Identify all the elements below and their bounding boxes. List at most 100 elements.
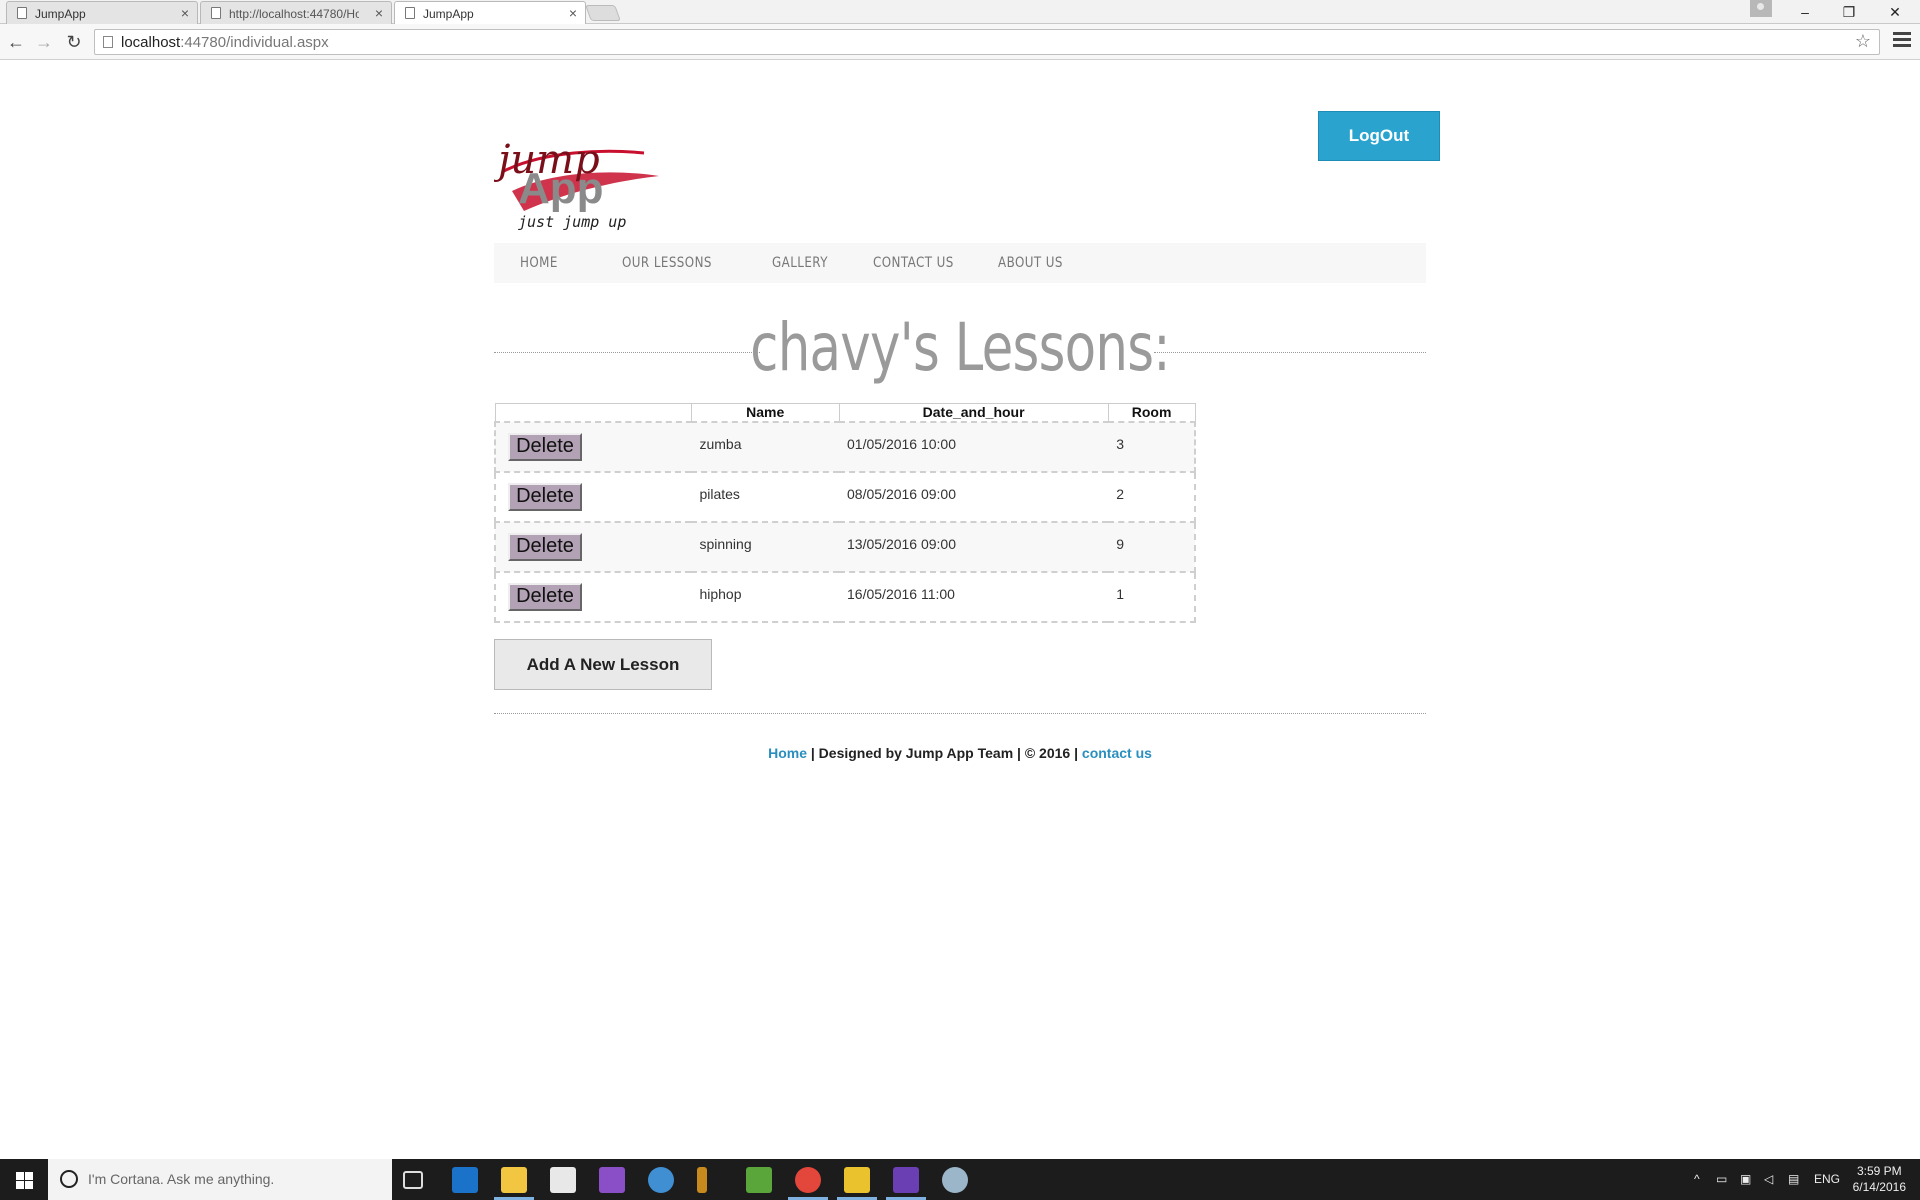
url-text: localhost:44780/individual.aspx: [121, 34, 329, 51]
close-window-icon[interactable]: ✕: [1872, 0, 1918, 24]
chrome-icon[interactable]: [795, 1167, 821, 1193]
bookmark-star-icon[interactable]: ☆: [1855, 31, 1871, 52]
tab-strip: JumpApp × http://localhost:44780/Ho × Ju…: [0, 0, 1920, 25]
visual-studio-icon[interactable]: [893, 1167, 919, 1193]
action-cell: Delete: [495, 522, 691, 572]
clock[interactable]: 3:59 PM 6/14/2016: [1853, 1163, 1906, 1195]
column-header: [494, 403, 692, 422]
minimize-icon[interactable]: –: [1782, 0, 1828, 24]
footer-credits: | Designed by Jump App Team | © 2016 |: [806, 745, 1082, 761]
lesson-date: 16/05/2016 11:00: [847, 585, 955, 602]
menu-icon[interactable]: [1893, 32, 1911, 50]
logout-button[interactable]: LogOut: [1318, 111, 1440, 161]
lesson-room: 9: [1116, 535, 1124, 552]
reload-icon[interactable]: ↻: [62, 30, 86, 54]
heading-section: chavy's Lessons:: [494, 309, 1426, 389]
folder-icon[interactable]: [844, 1167, 870, 1193]
app-icon[interactable]: [697, 1167, 707, 1193]
column-header-date: Date_and_hour: [838, 403, 1109, 422]
nav-gallery[interactable]: GALLERY: [772, 243, 828, 283]
notification-icon[interactable]: ▤: [1788, 1159, 1799, 1200]
file-explorer-icon[interactable]: [501, 1167, 527, 1193]
restore-icon[interactable]: ❐: [1826, 0, 1872, 24]
visual-studio-icon[interactable]: [599, 1167, 625, 1193]
volume-icon[interactable]: ◁: [1764, 1159, 1773, 1200]
lessons-table: Name Date_and_hour Room Delete zumba 01/…: [494, 403, 1196, 623]
main-nav: HOME OUR LESSONS GALLERY CONTACT US ABOU…: [494, 243, 1426, 283]
table-row: Delete spinning 13/05/2016 09:00 9: [495, 521, 1195, 572]
nav-home[interactable]: HOME: [520, 243, 558, 283]
lesson-name: pilates: [699, 485, 740, 502]
add-lesson-button[interactable]: Add A New Lesson: [494, 639, 712, 690]
profile-icon[interactable]: [1750, 0, 1772, 17]
back-icon[interactable]: ←: [4, 30, 28, 54]
tab-title: JumpApp: [35, 7, 86, 21]
lesson-room: 1: [1116, 585, 1124, 602]
cortana-search-box[interactable]: I'm Cortana. Ask me anything.: [48, 1159, 392, 1200]
lesson-date: 01/05/2016 10:00: [847, 435, 957, 452]
delete-button[interactable]: Delete: [508, 582, 582, 611]
app-icon[interactable]: [746, 1167, 772, 1193]
close-icon[interactable]: ×: [181, 5, 189, 21]
nav-about-us[interactable]: ABOUT US: [998, 243, 1063, 283]
language-indicator[interactable]: ENG: [1814, 1159, 1840, 1200]
footer: Home | Designed by Jump App Team | © 201…: [494, 745, 1426, 761]
forward-icon[interactable]: →: [32, 30, 56, 54]
lesson-name: spinning: [699, 535, 752, 552]
footer-contact-link[interactable]: contact us: [1082, 745, 1152, 761]
windows-start-icon[interactable]: [0, 1159, 48, 1200]
new-tab-button[interactable]: [585, 5, 621, 21]
page-icon: [17, 7, 27, 19]
nav-contact-us[interactable]: CONTACT US: [873, 243, 954, 283]
action-cell: Delete: [495, 422, 691, 472]
table-row: Delete zumba 01/05/2016 10:00 3: [495, 421, 1195, 472]
lesson-date: 13/05/2016 09:00: [847, 535, 957, 552]
web-page: jump App just jump up LogOut HOME OUR LE…: [0, 61, 1920, 1159]
cortana-placeholder: I'm Cortana. Ask me anything.: [88, 1171, 275, 1187]
clock-date: 6/14/2016: [1852, 1180, 1906, 1194]
address-bar[interactable]: localhost:44780/individual.aspx ☆: [94, 29, 1880, 55]
tray-chevron-icon[interactable]: ^: [1694, 1159, 1700, 1200]
lesson-date: 08/05/2016 09:00: [847, 485, 957, 502]
column-header-name: Name: [690, 403, 840, 422]
browser-toolbar: ← → ↻ localhost:44780/individual.aspx ☆: [0, 24, 1920, 60]
logo-app-text: App: [518, 164, 604, 213]
lesson-name: zumba: [699, 435, 742, 452]
nav-our-lessons[interactable]: OUR LESSONS: [622, 243, 712, 283]
table-header-row: Name Date_and_hour Room: [494, 403, 1196, 422]
close-icon[interactable]: ×: [569, 5, 577, 21]
browser-tab-2[interactable]: http://localhost:44780/Ho ×: [200, 1, 392, 24]
url-path: :44780/individual.aspx: [180, 34, 329, 51]
action-cell: Delete: [495, 472, 691, 522]
action-cell: Delete: [495, 572, 691, 622]
table-row: Delete hiphop 16/05/2016 11:00 1: [495, 571, 1195, 622]
lesson-room: 3: [1116, 435, 1124, 452]
network-icon[interactable]: ▣: [1740, 1159, 1751, 1200]
logo-tagline: just jump up: [518, 213, 626, 231]
lesson-room: 2: [1116, 485, 1124, 502]
table-row: Delete pilates 08/05/2016 09:00 2: [495, 471, 1195, 522]
task-view-icon[interactable]: [403, 1171, 423, 1189]
app-icon[interactable]: [648, 1167, 674, 1193]
battery-icon[interactable]: ▭: [1716, 1159, 1727, 1200]
footer-home-link[interactable]: Home: [768, 745, 807, 761]
clock-time: 3:59 PM: [1856, 1164, 1902, 1178]
column-header-room: Room: [1107, 403, 1196, 422]
page-icon: [405, 7, 415, 19]
close-icon[interactable]: ×: [375, 5, 383, 21]
store-icon[interactable]: [550, 1167, 576, 1193]
paint-icon[interactable]: [942, 1167, 968, 1193]
edge-icon[interactable]: [452, 1167, 478, 1193]
url-host: localhost: [121, 34, 181, 51]
jumpapp-logo: jump App just jump up: [494, 137, 659, 231]
lesson-name: hiphop: [699, 585, 742, 602]
windows-taskbar: I'm Cortana. Ask me anything. ^ ▭ ▣ ◁ ▤ …: [0, 1159, 1920, 1200]
delete-button[interactable]: Delete: [508, 432, 582, 461]
tab-title: http://localhost:44780/Ho: [229, 7, 359, 21]
browser-tab-1[interactable]: JumpApp ×: [6, 1, 198, 24]
delete-button[interactable]: Delete: [508, 532, 582, 561]
page-title: chavy's Lessons:: [750, 309, 1170, 386]
divider: [494, 713, 1426, 714]
browser-tab-3[interactable]: JumpApp ×: [394, 1, 586, 25]
delete-button[interactable]: Delete: [508, 482, 582, 511]
